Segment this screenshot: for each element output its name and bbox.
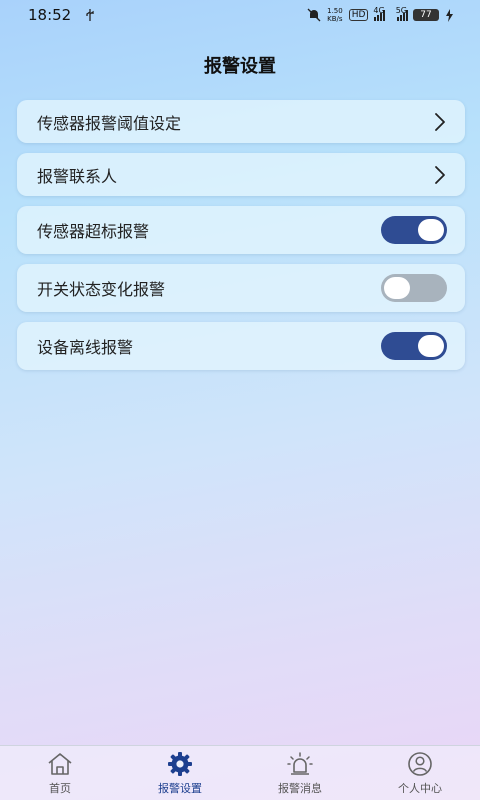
sensor-exceed-alarm-label: 传感器超标报警 bbox=[37, 222, 150, 241]
tab-home[interactable]: 首页 bbox=[0, 746, 120, 800]
usb-icon bbox=[86, 9, 94, 21]
tab-profile[interactable]: 个人中心 bbox=[360, 746, 480, 800]
status-right: 1.50 KB/s HD 4G 5G 77 bbox=[307, 5, 454, 23]
home-icon bbox=[48, 753, 72, 775]
profile-icon bbox=[408, 752, 432, 776]
chevron-right-icon bbox=[435, 165, 445, 184]
sensor-exceed-alarm-row: 传感器超标报警 bbox=[17, 206, 465, 254]
tab-alarm-settings-label: 报警设置 bbox=[158, 782, 202, 795]
chevron-right-icon bbox=[435, 112, 445, 131]
sensor-threshold-label: 传感器报警阈值设定 bbox=[37, 113, 182, 133]
mute-bell-icon bbox=[307, 8, 321, 22]
settings-list: 传感器报警阈值设定 报警联系人 传感器超标报警 开关状态变化报警 设备离线报警 bbox=[17, 100, 465, 380]
status-bar: 18:52 1.50 KB/s HD 4G 5G 77 bbox=[0, 0, 480, 30]
tab-alarm-messages-label: 报警消息 bbox=[278, 782, 322, 795]
alarm-contacts-row[interactable]: 报警联系人 bbox=[17, 153, 465, 196]
charging-icon bbox=[446, 8, 453, 22]
toggle-knob bbox=[384, 277, 410, 299]
tab-profile-label: 个人中心 bbox=[398, 782, 442, 795]
alarm-contacts-label: 报警联系人 bbox=[37, 166, 118, 186]
sensor-exceed-alarm-toggle[interactable] bbox=[381, 216, 447, 244]
device-offline-alarm-toggle[interactable] bbox=[381, 332, 447, 360]
tab-home-label: 首页 bbox=[49, 782, 71, 795]
tab-bar: 首页 报警设置 报警消息 个人中心 bbox=[0, 745, 480, 800]
hd-badge: HD bbox=[348, 9, 369, 21]
switch-state-alarm-toggle[interactable] bbox=[381, 274, 447, 302]
net-speed: 1.50 KB/s bbox=[327, 7, 343, 23]
status-time: 18:52 bbox=[28, 6, 72, 24]
toggle-knob bbox=[418, 219, 444, 241]
device-offline-alarm-label: 设备离线报警 bbox=[37, 338, 134, 357]
sensor-threshold-row[interactable]: 传感器报警阈值设定 bbox=[17, 100, 465, 143]
gear-icon bbox=[168, 752, 192, 776]
tab-alarm-messages[interactable]: 报警消息 bbox=[240, 746, 360, 800]
net-4g-label: 4G bbox=[373, 5, 385, 15]
alarm-light-icon bbox=[287, 752, 313, 775]
device-offline-alarm-row: 设备离线报警 bbox=[17, 322, 465, 370]
battery-level: 77 bbox=[413, 9, 439, 21]
page-title: 报警设置 bbox=[204, 56, 276, 77]
status-left: 18:52 bbox=[28, 6, 95, 24]
tab-alarm-settings[interactable]: 报警设置 bbox=[120, 746, 240, 800]
toggle-knob bbox=[418, 335, 444, 357]
net-5g-label: 5G bbox=[395, 5, 407, 15]
switch-state-alarm-label: 开关状态变化报警 bbox=[37, 280, 166, 299]
switch-state-alarm-row: 开关状态变化报警 bbox=[17, 264, 465, 312]
